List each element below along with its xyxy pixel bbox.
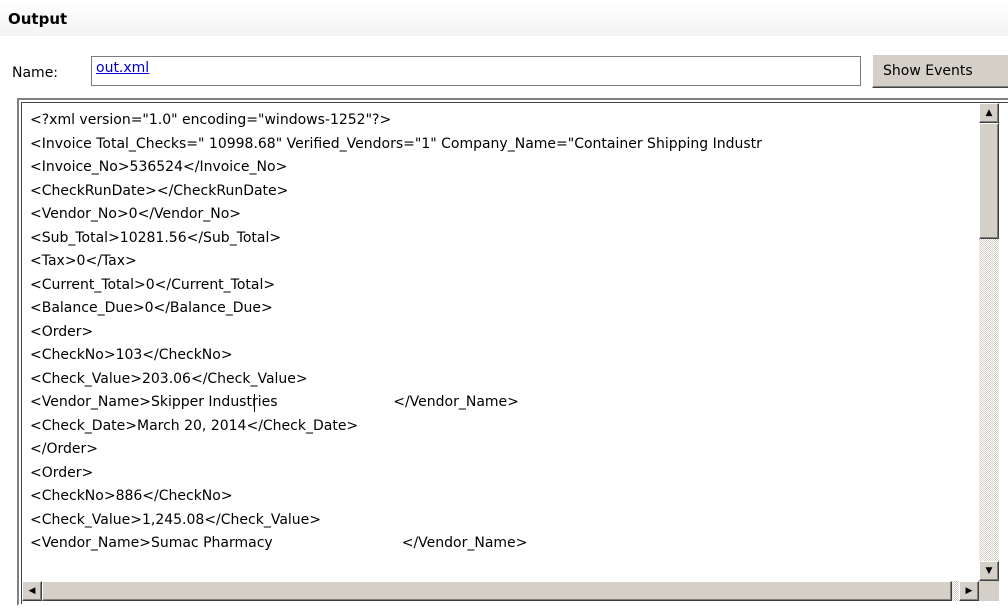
name-input[interactable]: out.xml bbox=[91, 56, 861, 86]
code-line: <CheckNo>886</CheckNo> bbox=[30, 488, 233, 504]
code-line: <CheckRunDate></CheckRunDate> bbox=[30, 182, 289, 199]
vertical-scrollbar[interactable]: ▲ ▼ bbox=[979, 103, 999, 581]
code-line: <Vendor_Name>Sumac Pharmacy </Vendor_Nam… bbox=[30, 535, 528, 551]
text-caret bbox=[254, 394, 255, 412]
vertical-scroll-thumb[interactable] bbox=[979, 123, 999, 239]
code-line: <Order> bbox=[30, 464, 94, 481]
section-title: Output bbox=[8, 10, 68, 28]
xml-output-editor[interactable]: <?xml version="1.0" encoding="windows-12… bbox=[17, 98, 1008, 606]
scroll-down-button[interactable]: ▼ bbox=[979, 561, 999, 581]
code-line: <Check_Value>203.06</Check_Value> bbox=[30, 370, 308, 387]
code-line: <Invoice_No>536524</Invoice_No> bbox=[30, 159, 288, 175]
code-line: <Vendor_No>0</Vendor_No> bbox=[30, 206, 241, 222]
code-line: <Check_Date>March 20, 2014</Check_Date> bbox=[30, 417, 359, 434]
editor-frame: <?xml version="1.0" encoding="windows-12… bbox=[21, 102, 1008, 604]
code-line: <Tax>0</Tax> bbox=[30, 253, 137, 269]
horizontal-scroll-thumb[interactable] bbox=[42, 581, 952, 601]
code-line: <?xml version="1.0" encoding="windows-12… bbox=[30, 112, 392, 128]
show-events-button[interactable]: Show Events bbox=[872, 54, 1008, 88]
header-band bbox=[0, 0, 1008, 36]
name-input-value: out.xml bbox=[96, 60, 150, 76]
code-line: <Balance_Due>0</Balance_Due> bbox=[30, 300, 273, 316]
horizontal-scrollbar[interactable]: ◀ ▶ bbox=[22, 581, 979, 601]
scroll-up-button[interactable]: ▲ bbox=[979, 103, 999, 123]
name-label: Name: bbox=[12, 65, 59, 81]
scroll-left-button[interactable]: ◀ bbox=[22, 581, 42, 601]
code-line: <Vendor_Name>Skipper Industries </Vendor… bbox=[30, 394, 519, 410]
code-line: </Order> bbox=[30, 441, 98, 457]
scroll-right-button[interactable]: ▶ bbox=[959, 581, 979, 601]
scrollbar-corner bbox=[979, 581, 999, 601]
code-text-area[interactable]: <?xml version="1.0" encoding="windows-12… bbox=[30, 109, 980, 579]
code-line: <CheckNo>103</CheckNo> bbox=[30, 347, 233, 363]
code-line: <Current_Total>0</Current_Total> bbox=[30, 276, 276, 293]
code-line: <Check_Value>1,245.08</Check_Value> bbox=[30, 511, 322, 528]
code-line: <Invoice Total_Checks=" 10998.68" Verifi… bbox=[30, 135, 762, 152]
code-line: <Order> bbox=[30, 323, 94, 340]
code-line: <Sub_Total>10281.56</Sub_Total> bbox=[30, 229, 282, 246]
